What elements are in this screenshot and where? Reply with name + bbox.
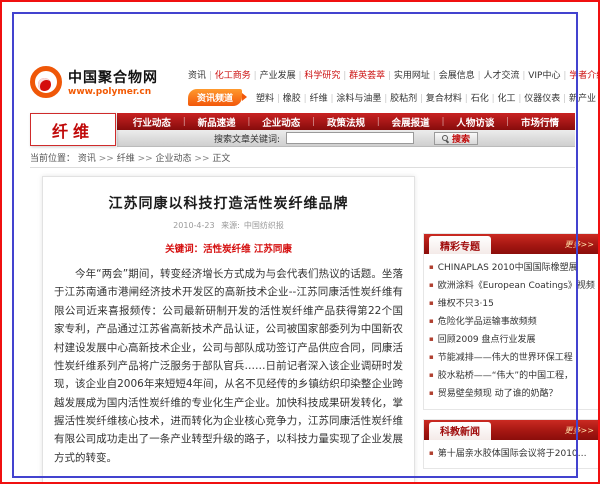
channel-separator: | xyxy=(247,117,250,127)
nav-item-shihua[interactable]: 石化 xyxy=(462,94,489,104)
nav-item-zixun[interactable]: 资讯 xyxy=(188,71,206,81)
channel-title-fiber[interactable]: 纤维 xyxy=(30,113,116,146)
channel-separator: | xyxy=(377,117,380,127)
article-search-bar: 搜索文章关键词: 搜索 xyxy=(117,130,575,147)
keywords-value[interactable]: 活性炭纤维 江苏同康 xyxy=(203,244,292,255)
article-source: 中国纺织报 xyxy=(244,221,284,230)
top-nav-row1: 资讯化工商务产业发展科学研究群英荟萃实用网址会展信息人才交流VIP中心学者介绍论… xyxy=(188,68,600,81)
nav-item-tuliao-youmo[interactable]: 涂料与油墨 xyxy=(328,94,382,104)
channel-item-shichang-hangqing[interactable]: 市场行情 xyxy=(521,115,559,129)
article-paragraph: 今年“两会”期间，转变经济增长方式成为与会代表们热议的话题。坐落于江苏南通市港闸… xyxy=(54,265,403,467)
nav-item-xuezhe-jieshao[interactable]: 学者介绍 xyxy=(561,71,600,81)
list-item[interactable]: 胶水粘桥——“伟大”的中国工程， xyxy=(429,368,595,386)
article-keywords: 关键词：活性炭纤维 江苏同康 xyxy=(54,241,403,255)
channel-bar-area: 纤维 行业动态 | 新品速递 | 企业动态 | 政策法规 | 会展报道 | 人物访谈 | 市… xyxy=(30,113,575,147)
channel-item-hangye-dongtai[interactable]: 行业动态 xyxy=(133,115,171,129)
channel-separator: | xyxy=(506,117,509,127)
science-news-header-bar: 科教新闻 更多>> xyxy=(424,420,600,440)
topics-more-link[interactable]: 更多>> xyxy=(565,239,594,250)
site-logo[interactable]: 中国聚合物网 www.polymer.cn xyxy=(30,60,188,98)
list-item[interactable]: 维权不只3·15 xyxy=(429,296,595,314)
channel-item-huizhan-baodao[interactable]: 会展报道 xyxy=(392,115,430,129)
breadcrumb: 当前位置： 资讯纤维企业动态正文 xyxy=(30,150,575,168)
logo-url: www.polymer.cn xyxy=(68,87,158,97)
channel-separator: | xyxy=(312,117,315,127)
article-box: 江苏同康以科技打造活性炭纤维品牌 2010-4-23 来源: 中国纺织报 关键词：… xyxy=(42,176,415,484)
category-links: 塑料橡胶纤维涂料与油墨胶粘剂复合材料石化化工仪器仪表新产业 xyxy=(256,91,596,104)
nav-item-huizhan-xinxi[interactable]: 会展信息 xyxy=(430,71,475,81)
list-item[interactable]: 贸易壁垒频现 动了谁的奶酪？ xyxy=(429,386,595,404)
list-item[interactable]: 危险化学品运输事故频频 xyxy=(429,314,595,332)
news-channel-badge[interactable]: 资讯频道 xyxy=(188,89,242,106)
nav-item-fuhe-cailiao[interactable]: 复合材料 xyxy=(417,94,462,104)
channel-menu: 行业动态 | 新品速递 | 企业动态 | 政策法规 | 会展报道 | 人物访谈 | 市场行情 xyxy=(117,113,575,130)
nav-item-huagong[interactable]: 化工 xyxy=(489,94,516,104)
science-news-section: 科教新闻 更多>> 第十届亲水胶体国际会议将于2010… xyxy=(423,419,600,470)
magnifier-icon xyxy=(442,135,449,142)
channel-item-qiye-dongtai[interactable]: 企业动态 xyxy=(262,115,300,129)
breadcrumb-label: 当前位置： xyxy=(30,154,75,164)
nav-item-xianwei[interactable]: 纤维 xyxy=(301,94,328,104)
topics-section: 精彩专题 更多>> CHINAPLAS 2010中国国际橡塑展 欧洲涂料《Eur… xyxy=(423,233,600,410)
nav-item-xinchanye[interactable]: 新产业 xyxy=(560,94,596,104)
nav-item-xiangjiao[interactable]: 橡胶 xyxy=(274,94,301,104)
nav-item-kexue-yanjiu[interactable]: 科学研究 xyxy=(296,71,341,81)
channel-separator: | xyxy=(441,117,444,127)
breadcrumb-zixun[interactable]: 资讯 xyxy=(78,154,96,164)
article-date: 2010-4-23 xyxy=(173,221,214,230)
nav-item-jiaonianji[interactable]: 胶粘剂 xyxy=(381,94,417,104)
breadcrumb-zhengwen: 正文 xyxy=(192,154,231,164)
article-title: 江苏同康以科技打造活性炭纤维品牌 xyxy=(54,193,403,213)
topics-header-bar: 精彩专题 更多>> xyxy=(424,234,600,254)
breadcrumb-qiye-dongtai[interactable]: 企业动态 xyxy=(135,154,192,164)
topics-title-tab[interactable]: 精彩专题 xyxy=(429,236,491,254)
logo-ring-icon xyxy=(30,66,62,98)
topics-list: CHINAPLAS 2010中国国际橡塑展 欧洲涂料《European Coat… xyxy=(424,254,600,409)
nav-item-chanye-fazhan[interactable]: 产业发展 xyxy=(251,71,296,81)
search-input[interactable] xyxy=(286,132,414,144)
site-header: 中国聚合物网 www.polymer.cn 资讯化工商务产业发展科学研究群英荟萃… xyxy=(30,60,575,106)
sidebar-spacer xyxy=(423,176,600,233)
top-navigation: 资讯化工商务产业发展科学研究群英荟萃实用网址会展信息人才交流VIP中心学者介绍论… xyxy=(188,60,600,106)
top-nav-row2: 资讯频道 塑料橡胶纤维涂料与油墨胶粘剂复合材料石化化工仪器仪表新产业 返回首页 … xyxy=(188,89,600,106)
page-container: 中国聚合物网 www.polymer.cn 资讯化工商务产业发展科学研究群英荟萃… xyxy=(30,60,575,484)
nav-item-yiqi-yibiao[interactable]: 仪器仪表 xyxy=(516,94,561,104)
article-source-label: 来源: xyxy=(221,221,240,230)
list-item[interactable]: 节能减排——伟大的世界环保工程 xyxy=(429,350,595,368)
sidebar: 精彩专题 更多>> CHINAPLAS 2010中国国际橡塑展 欧洲涂料《Eur… xyxy=(423,176,600,478)
list-item[interactable]: 回顾2009 盘点行业发展 xyxy=(429,332,595,350)
breadcrumb-xianwei[interactable]: 纤维 xyxy=(96,154,135,164)
nav-item-suliao[interactable]: 塑料 xyxy=(256,94,274,104)
search-button[interactable]: 搜索 xyxy=(434,132,478,145)
nav-item-vip-center[interactable]: VIP中心 xyxy=(519,71,560,81)
channel-item-zhengce-fagui[interactable]: 政策法规 xyxy=(327,115,365,129)
main-content: 江苏同康以科技打造活性炭纤维品牌 2010-4-23 来源: 中国纺织报 关键词：… xyxy=(30,176,575,484)
nav-item-huagong-shangwu[interactable]: 化工商务 xyxy=(206,71,251,81)
channel-item-renwu-fangtan[interactable]: 人物访谈 xyxy=(456,115,494,129)
search-label: 搜索文章关键词: xyxy=(214,132,280,145)
logo-text: 中国聚合物网 www.polymer.cn xyxy=(68,67,158,97)
nav-item-qunying-huicui[interactable]: 群英荟萃 xyxy=(340,71,385,81)
list-item[interactable]: 第十届亲水胶体国际会议将于2010… xyxy=(429,446,595,464)
science-news-title-tab[interactable]: 科教新闻 xyxy=(429,422,491,440)
channel-item-xinpin-sudi[interactable]: 新品速递 xyxy=(198,115,236,129)
science-news-list: 第十届亲水胶体国际会议将于2010… xyxy=(424,440,600,469)
logo-title: 中国聚合物网 xyxy=(68,67,158,87)
keywords-label: 关键词： xyxy=(165,244,203,255)
nav-item-rencai-jiaoliu[interactable]: 人才交流 xyxy=(475,71,520,81)
list-item[interactable]: 欧洲涂料《European Coatings》视频 xyxy=(429,278,595,296)
science-news-more-link[interactable]: 更多>> xyxy=(565,425,594,436)
nav-item-shiyong-wangzhi[interactable]: 实用网址 xyxy=(385,71,430,81)
list-item[interactable]: CHINAPLAS 2010中国国际橡塑展 xyxy=(429,260,595,278)
channel-separator: | xyxy=(183,117,186,127)
search-button-label: 搜索 xyxy=(452,132,470,145)
article-meta: 2010-4-23 来源: 中国纺织报 xyxy=(54,220,403,231)
